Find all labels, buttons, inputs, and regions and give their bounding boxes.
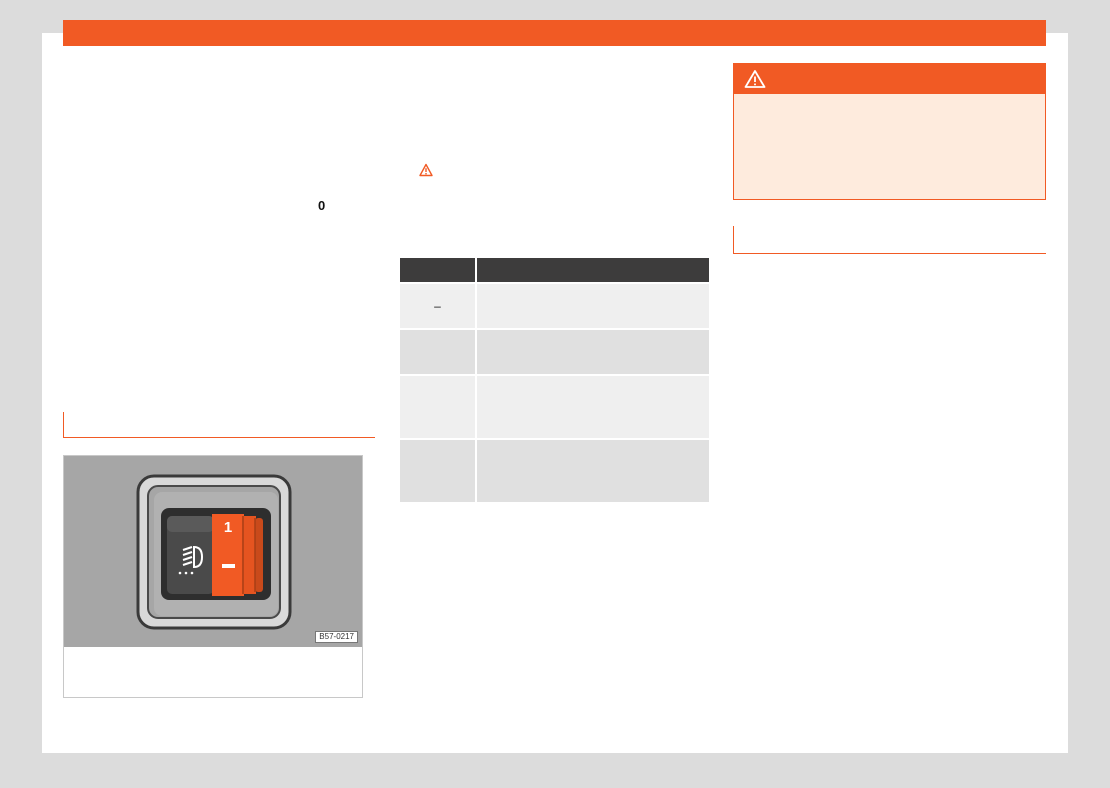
- warning-triangle-icon: [744, 70, 766, 88]
- table-header-row: [400, 258, 709, 282]
- figure-code: B57-0217: [315, 631, 358, 643]
- table-cell: [400, 374, 477, 438]
- table-row: [400, 438, 709, 502]
- table-row: [400, 328, 709, 374]
- warning-box: [733, 63, 1046, 200]
- table-row: –: [400, 282, 709, 328]
- section-heading-rule: [63, 412, 375, 438]
- table-cell: –: [400, 282, 477, 328]
- section-heading-rule: [733, 226, 1046, 254]
- table-cell: [477, 438, 709, 502]
- warning-header: [734, 64, 1045, 94]
- table-cell: [400, 328, 477, 374]
- table-header-cell: [477, 258, 709, 282]
- warning-triangle-icon: [419, 163, 433, 177]
- roller-mark-1: 1: [224, 519, 232, 536]
- table-header-cell: [400, 258, 477, 282]
- figure: 1 B57-0217: [63, 455, 363, 698]
- roller-mark-dash: [222, 564, 235, 568]
- setting-table: –: [400, 258, 709, 502]
- headlight-range-control-drawing: 1: [136, 474, 292, 630]
- table-cell: [477, 374, 709, 438]
- inline-symbol-zero: 0: [318, 198, 326, 213]
- page-header-bar: [63, 20, 1046, 46]
- table-row: [400, 374, 709, 438]
- headlight-range-control-illustration: 1 B57-0217: [64, 456, 362, 647]
- table-cell: [477, 328, 709, 374]
- table-cell: [477, 282, 709, 328]
- table-cell: [400, 438, 477, 502]
